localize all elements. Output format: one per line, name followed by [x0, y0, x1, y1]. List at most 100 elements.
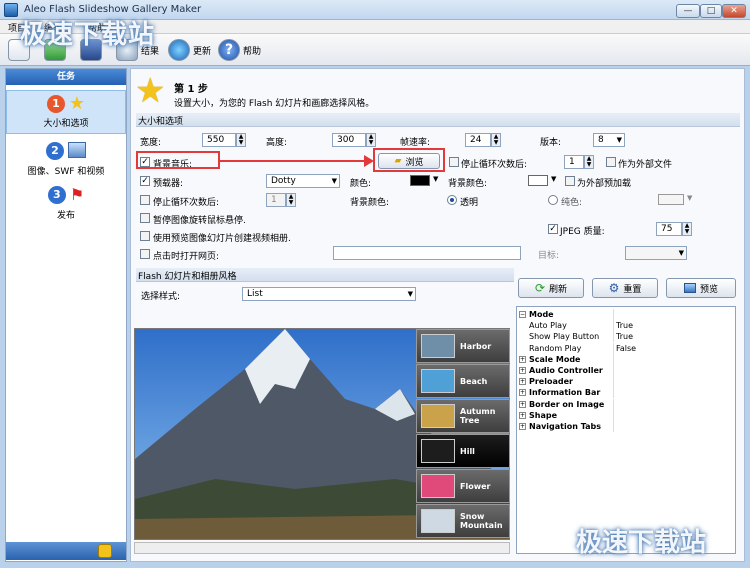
- width-label: 宽度:: [140, 138, 162, 148]
- thumbnail-autumn-tree[interactable]: Autumn Tree: [416, 399, 510, 433]
- stoploop-checkbox[interactable]: [449, 157, 459, 167]
- collapse-icon[interactable]: −: [519, 311, 526, 318]
- property-row[interactable]: Random Play False: [517, 342, 735, 354]
- version-select[interactable]: 8: [593, 133, 625, 147]
- property-group[interactable]: − Mode: [517, 309, 735, 320]
- jpeg-checkbox[interactable]: ✓: [548, 224, 558, 234]
- property-group[interactable]: + Border on Image: [517, 398, 735, 410]
- update-button[interactable]: 更新: [168, 38, 211, 62]
- stoploop2-spinner[interactable]: ▲ ▼: [286, 193, 296, 207]
- thumbnail-harbor[interactable]: Harbor: [416, 329, 510, 363]
- property-value[interactable]: True: [613, 331, 633, 343]
- expand-icon[interactable]: +: [519, 378, 526, 386]
- stoploop2-checkbox[interactable]: [140, 195, 150, 205]
- help-icon: ?: [218, 39, 240, 61]
- maximize-button[interactable]: □: [700, 4, 722, 18]
- jpeg-spinner[interactable]: ▲ ▼: [682, 222, 692, 236]
- horizontal-scrollbar[interactable]: [134, 542, 510, 554]
- color-swatch[interactable]: [410, 175, 430, 186]
- width-input[interactable]: 550: [202, 133, 236, 147]
- property-name: Mode: [529, 310, 554, 319]
- property-name: Scale Mode: [529, 354, 581, 364]
- reset-button[interactable]: ⚙ 重置: [592, 278, 658, 298]
- expand-icon[interactable]: +: [519, 389, 526, 397]
- thumbnail-image: [421, 509, 455, 533]
- transparent-label: 透明: [460, 198, 479, 208]
- property-group[interactable]: + Audio Controller: [517, 365, 735, 376]
- help-button[interactable]: ? 帮助: [218, 38, 261, 62]
- step-star-icon: ★: [135, 71, 166, 111]
- property-value[interactable]: False: [613, 342, 636, 354]
- height-spinner[interactable]: ▲ ▼: [366, 133, 376, 147]
- property-value[interactable]: True: [613, 320, 633, 332]
- transparent-radio[interactable]: [447, 195, 457, 205]
- thumbnail-flower[interactable]: Flower: [416, 469, 510, 503]
- property-name: Border on Image: [529, 399, 605, 409]
- property-group[interactable]: + Preloader: [517, 376, 735, 388]
- thumbnail-snow-mountain[interactable]: Snow Mountain: [416, 504, 510, 538]
- target-select[interactable]: [625, 246, 687, 260]
- expand-icon[interactable]: +: [519, 423, 526, 430]
- stoploop-input[interactable]: 1: [564, 155, 584, 169]
- update-label: 更新: [193, 46, 212, 57]
- height-input[interactable]: 300: [332, 133, 366, 147]
- property-name: Random Play: [529, 343, 582, 353]
- preloader-checkbox[interactable]: ✓: [140, 176, 150, 186]
- external-file-checkbox[interactable]: [606, 157, 616, 167]
- step-number-2: 2: [46, 142, 64, 160]
- solid-color-dropdown-icon[interactable]: ▼: [687, 194, 692, 202]
- property-row[interactable]: Auto Play True: [517, 320, 735, 332]
- bgcolor-label: 背景颜色:: [448, 179, 488, 189]
- url-input[interactable]: [333, 246, 521, 260]
- thumbnail-beach[interactable]: Beach: [416, 364, 510, 398]
- preview-button[interactable]: 预览: [666, 278, 736, 298]
- property-name: Show Play Button: [529, 332, 600, 342]
- thumbnail-hill[interactable]: Hill: [416, 434, 510, 468]
- style-section-header: Flash 幻灯片和相册风格: [136, 268, 514, 282]
- solid-radio[interactable]: [548, 195, 558, 205]
- video-checkbox[interactable]: [140, 231, 150, 241]
- property-group[interactable]: + Information Bar: [517, 387, 735, 399]
- minimize-button[interactable]: —: [676, 4, 700, 18]
- property-row[interactable]: Show Play Button True: [517, 331, 735, 343]
- thumbnail-label: Autumn Tree: [460, 407, 496, 425]
- fps-input[interactable]: 24: [465, 133, 491, 147]
- pause-checkbox[interactable]: [140, 213, 150, 223]
- tip-icon[interactable]: [98, 544, 112, 558]
- property-group[interactable]: + Shape: [517, 409, 735, 421]
- width-spinner[interactable]: ▲ ▼: [236, 133, 246, 147]
- property-value: [613, 421, 616, 432]
- openweb-checkbox[interactable]: [140, 249, 150, 259]
- expand-icon[interactable]: +: [519, 400, 526, 408]
- expand-icon[interactable]: +: [519, 367, 526, 374]
- thumbnail-label: Harbor: [460, 342, 492, 351]
- stoploop-spinner[interactable]: ▲ ▼: [584, 155, 594, 169]
- fps-spinner[interactable]: ▲ ▼: [491, 133, 501, 147]
- task-publish[interactable]: 3 ⚑ 发布: [6, 186, 126, 224]
- size-section-header: 大小和选项: [136, 113, 740, 127]
- task-size-options[interactable]: 1 ★ 大小和选项: [6, 90, 126, 134]
- color-dropdown-icon[interactable]: ▼: [433, 175, 438, 183]
- bgcolor-dropdown-icon[interactable]: ▼: [551, 175, 556, 183]
- flag-icon: ⚑: [69, 185, 85, 204]
- property-group[interactable]: + Scale Mode: [517, 353, 735, 365]
- thumbnail-image: [421, 369, 455, 393]
- jpeg-input[interactable]: 75: [656, 222, 682, 236]
- bgcolor2-label: 背景颜色:: [350, 198, 390, 208]
- app-icon: [4, 3, 18, 17]
- stoploop2-input[interactable]: 1: [266, 193, 286, 207]
- style-select[interactable]: List: [242, 287, 416, 301]
- external-preload-checkbox[interactable]: [565, 176, 575, 186]
- solid-color-swatch[interactable]: [658, 194, 684, 205]
- close-button[interactable]: ✕: [722, 4, 746, 18]
- refresh-button[interactable]: ⟳ 刷新: [518, 278, 584, 298]
- property-group[interactable]: + Navigation Tabs: [517, 421, 735, 432]
- bgcolor-swatch[interactable]: [528, 175, 548, 186]
- task-images-swf-video[interactable]: 2 图像、SWF 和视频: [6, 142, 126, 182]
- openweb-label: 点击时打开网页:: [153, 252, 220, 262]
- refresh-icon: ⟳: [534, 281, 546, 295]
- expand-icon[interactable]: +: [519, 355, 526, 363]
- expand-icon[interactable]: +: [519, 411, 526, 419]
- preloader-select[interactable]: Dotty: [266, 174, 340, 188]
- jpeg-label: JPEG 质量:: [560, 227, 605, 237]
